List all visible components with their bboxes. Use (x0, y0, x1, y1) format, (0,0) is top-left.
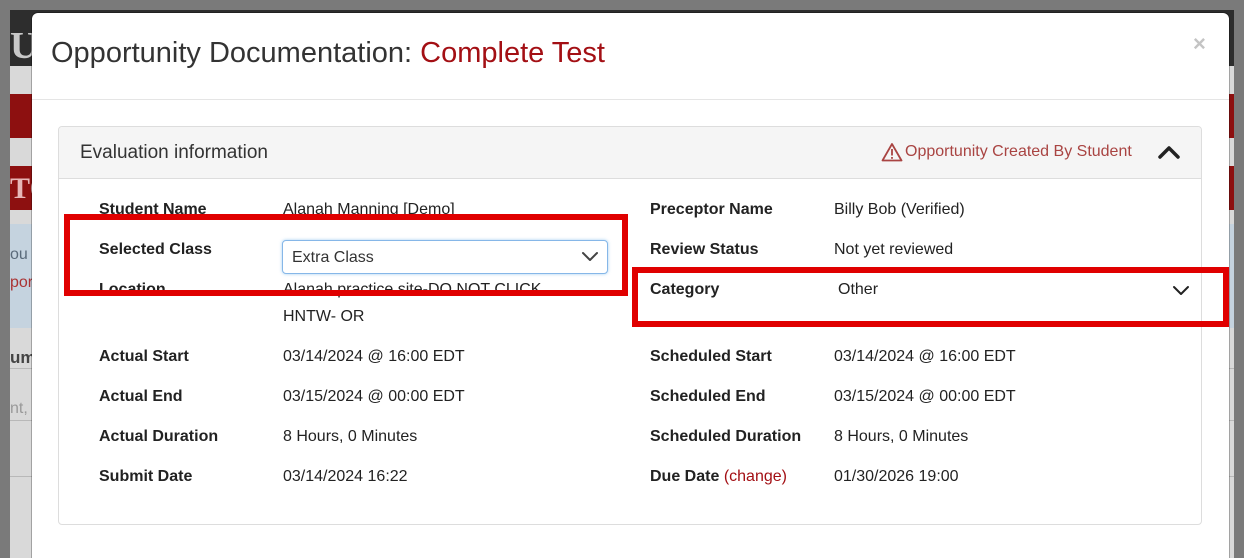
created-by-student-text: Opportunity Created By Student (905, 143, 1132, 160)
modal-title-prefix: Opportunity Documentation: (51, 37, 421, 69)
background-text-fragment: ou (10, 246, 28, 263)
modal-title-opportunity: Complete Test (420, 37, 605, 69)
modal-title: Opportunity Documentation: Complete Test (51, 37, 605, 70)
chevron-up-icon[interactable] (1157, 143, 1181, 161)
modal-header: Opportunity Documentation: Complete Test… (32, 13, 1229, 100)
actual-duration-label: Actual Duration (99, 428, 219, 445)
annotation-selected-class-highlight (64, 214, 628, 296)
actual-start-label: Actual Start (99, 348, 189, 365)
scheduled-end-label: Scheduled End (650, 388, 766, 405)
scheduled-end-value: 03/15/2024 @ 00:00 EDT (834, 388, 1016, 405)
close-icon[interactable]: × (1193, 31, 1206, 57)
due-date-change-link[interactable]: (change) (724, 468, 787, 485)
actual-end-label: Actual End (99, 388, 183, 405)
warning-triangle-icon (881, 143, 903, 162)
scheduled-start-value: 03/14/2024 @ 16:00 EDT (834, 348, 1016, 365)
actual-duration-value: 8 Hours, 0 Minutes (283, 428, 418, 445)
review-status-label: Review Status (650, 241, 759, 258)
scheduled-duration-value: 8 Hours, 0 Minutes (834, 428, 969, 445)
annotation-category-highlight (632, 267, 1229, 327)
due-date-value: 01/30/2026 19:00 (834, 468, 959, 485)
due-date-label: Due Date (change) (650, 468, 787, 486)
panel-title: Evaluation information (80, 142, 268, 163)
location-value-line2: HNTW- OR (283, 308, 365, 325)
background-text-fragment: nt, (10, 400, 28, 417)
review-status-value: Not yet reviewed (834, 241, 954, 258)
panel-heading: Evaluation information Opportunity Creat… (59, 127, 1201, 179)
preceptor-name-value: Billy Bob (Verified) (834, 201, 965, 218)
scheduled-duration-label: Scheduled Duration (650, 428, 802, 445)
submit-date-value: 03/14/2024 16:22 (283, 468, 408, 485)
created-by-student-notice: Opportunity Created By Student (881, 142, 1132, 162)
actual-start-value: 03/14/2024 @ 16:00 EDT (283, 348, 465, 365)
submit-date-label: Submit Date (99, 468, 193, 485)
due-date-label-text: Due Date (650, 468, 720, 485)
actual-end-value: 03/15/2024 @ 00:00 EDT (283, 388, 465, 405)
preceptor-name-label: Preceptor Name (650, 201, 773, 218)
scheduled-start-label: Scheduled Start (650, 348, 772, 365)
